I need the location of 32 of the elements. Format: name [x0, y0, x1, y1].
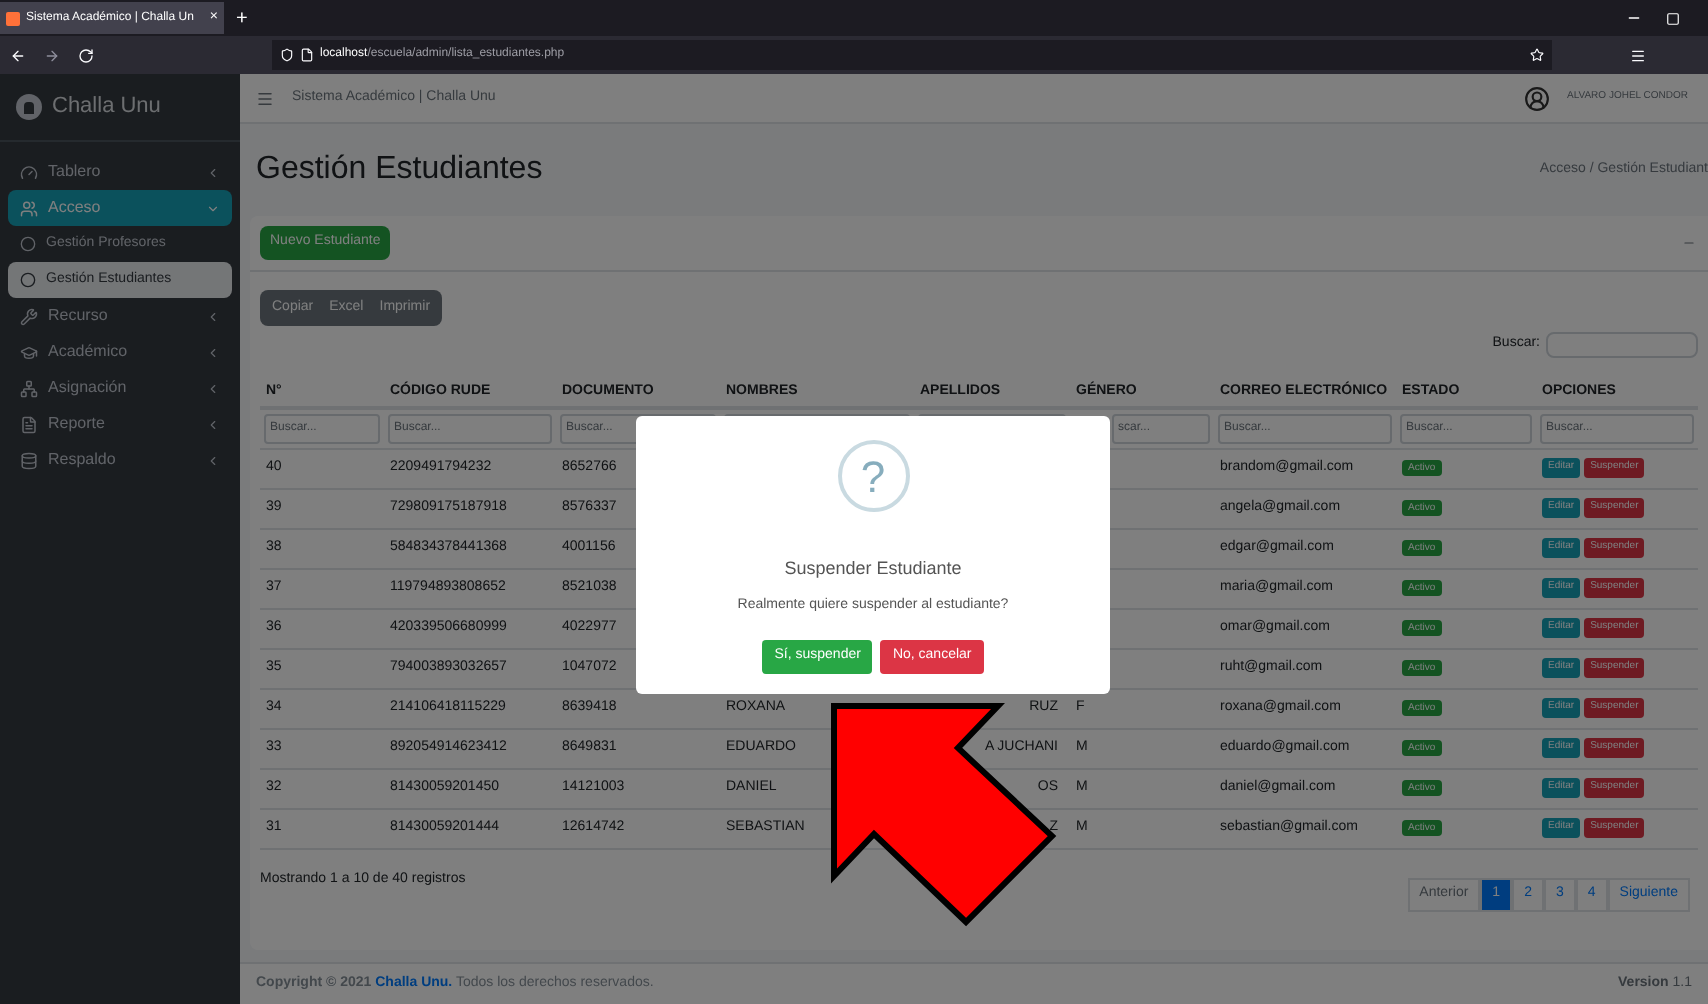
question-icon: ? [837, 440, 909, 512]
caret-icon [206, 201, 220, 215]
caret-icon [206, 453, 220, 467]
bookmark-icon[interactable] [1530, 48, 1544, 62]
back-icon[interactable] [10, 47, 26, 63]
restore-icon[interactable] [1666, 11, 1680, 25]
circle-icon [20, 272, 36, 288]
sidebar-item[interactable]: Respaldo [8, 442, 232, 478]
page-title: Gestión Estudiantes [256, 150, 543, 190]
brand-name: Challa Unu [52, 92, 161, 123]
shield-icon [280, 48, 294, 62]
sidebar-item[interactable]: Recurso [8, 298, 232, 334]
new-tab-button[interactable]: + [236, 3, 248, 33]
dialog-title: Suspender Estudiante [784, 556, 962, 582]
reload-icon[interactable] [78, 47, 94, 63]
user-icon[interactable] [1523, 85, 1550, 111]
favicon-icon [6, 11, 20, 25]
logo-icon [16, 94, 42, 120]
sidebar-item[interactable]: Académico [8, 334, 232, 370]
sidebar-item[interactable]: Acceso [8, 190, 232, 226]
page-icon [300, 48, 314, 62]
caret-icon [206, 417, 220, 431]
search-field[interactable] [1546, 331, 1698, 357]
sidebar-item[interactable]: Asignación [8, 370, 232, 406]
circle-icon [20, 236, 36, 252]
caret-icon [206, 309, 220, 323]
caret-icon [206, 345, 220, 359]
sidebar-item[interactable]: Reporte [8, 406, 232, 442]
caret-icon [206, 381, 220, 395]
sidebar-item[interactable]: Tablero [8, 154, 232, 190]
caret-icon [206, 165, 220, 179]
forward-icon[interactable] [44, 47, 60, 63]
